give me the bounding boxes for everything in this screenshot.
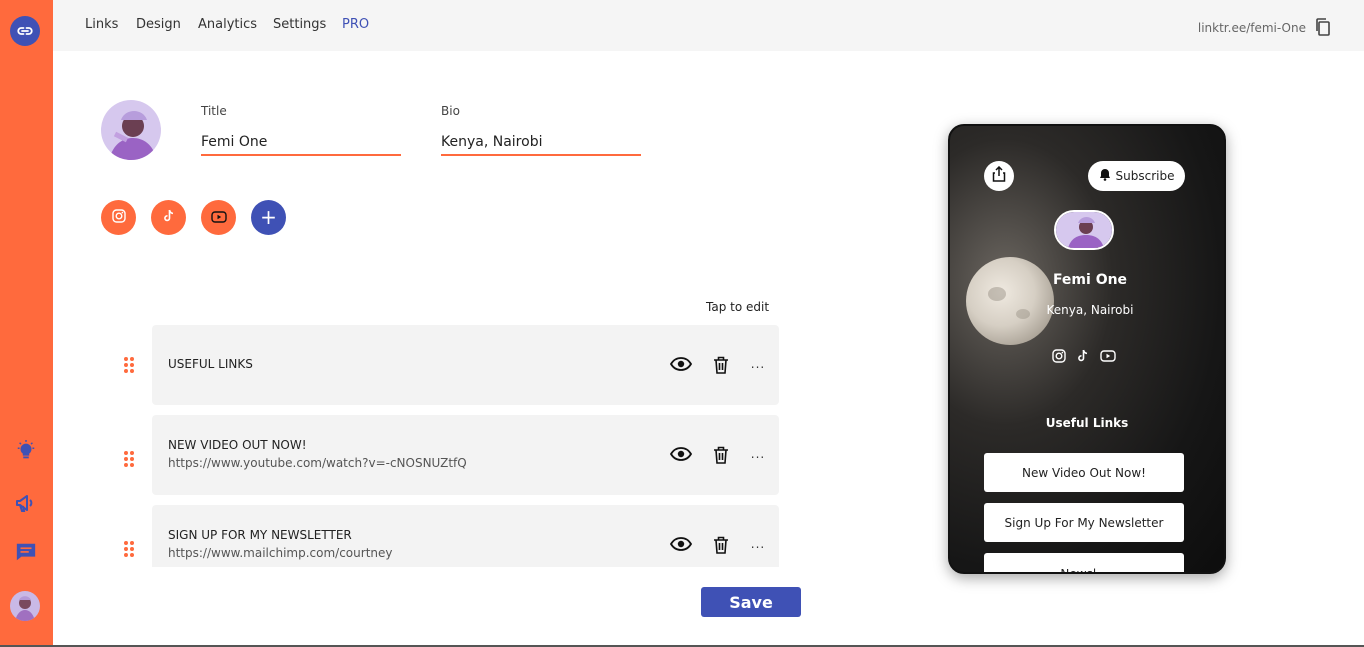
share-icon	[992, 165, 1006, 186]
youtube-icon	[210, 208, 227, 227]
nav-analytics[interactable]: Analytics	[198, 17, 257, 32]
eye-icon[interactable]	[670, 445, 692, 463]
profile-url: linktr.ee/femi-One	[1197, 21, 1306, 35]
link-logo-icon[interactable]	[10, 16, 40, 46]
trash-icon[interactable]	[712, 535, 730, 555]
more-button[interactable]: ...	[750, 357, 766, 371]
save-button[interactable]: Save	[701, 587, 801, 617]
preview-link-button[interactable]: Sign Up For My Newsletter	[984, 503, 1184, 542]
megaphone-icon[interactable]	[12, 489, 40, 517]
link-title: USEFUL LINKS	[168, 357, 253, 371]
youtube-icon[interactable]	[1100, 348, 1116, 367]
lightbulb-icon[interactable]	[12, 437, 40, 465]
more-button[interactable]: ...	[750, 447, 766, 461]
nav-links[interactable]: Links	[85, 17, 118, 32]
title-input[interactable]	[201, 130, 401, 156]
instagram-icon	[111, 208, 126, 227]
subscribe-label: Subscribe	[1115, 169, 1175, 183]
bio-input[interactable]	[441, 130, 641, 156]
link-card[interactable]: SIGN UP FOR MY NEWSLETTER https://www.ma…	[152, 505, 779, 567]
add-social-button[interactable]: +	[251, 200, 286, 235]
trash-icon[interactable]	[712, 355, 730, 375]
link-card[interactable]: NEW VIDEO OUT NOW! https://www.youtube.c…	[152, 415, 779, 495]
drag-handle-icon[interactable]	[123, 450, 135, 468]
phone-preview: Subscribe Femi One Kenya, Nairobi Useful…	[948, 124, 1226, 574]
nav-design[interactable]: Design	[136, 17, 181, 32]
share-button[interactable]	[984, 161, 1014, 191]
drag-handle-icon[interactable]	[123, 356, 135, 374]
copy-icon[interactable]	[1315, 18, 1331, 36]
preview-avatar	[1054, 210, 1114, 250]
link-card[interactable]: USEFUL LINKS ...	[152, 325, 779, 405]
link-title: SIGN UP FOR MY NEWSLETTER	[168, 528, 352, 542]
tiktok-icon	[162, 208, 176, 227]
more-button[interactable]: ...	[750, 537, 766, 551]
preview-name: Femi One	[1052, 272, 1128, 288]
user-avatar[interactable]	[10, 591, 40, 621]
chat-icon[interactable]	[12, 538, 40, 566]
preview-link-button[interactable]: Newsl...	[984, 553, 1184, 572]
title-label: Title	[201, 104, 227, 118]
drag-handle-icon[interactable]	[123, 540, 135, 558]
preview-section-header: Useful Links	[1045, 416, 1129, 430]
instagram-button[interactable]	[101, 200, 136, 235]
eye-icon[interactable]	[670, 355, 692, 373]
link-title: NEW VIDEO OUT NOW!	[168, 438, 307, 452]
eye-icon[interactable]	[670, 535, 692, 553]
plus-icon: +	[260, 205, 277, 229]
top-nav: Links Design Analytics Settings PRO link…	[53, 0, 1364, 51]
trash-icon[interactable]	[712, 445, 730, 465]
bio-label: Bio	[441, 104, 460, 118]
preview-socials	[1052, 348, 1116, 367]
preview-bio: Kenya, Nairobi	[1046, 303, 1134, 317]
tiktok-button[interactable]	[151, 200, 186, 235]
links-list: USEFUL LINKS ... NEW VIDEO OUT NOW! http…	[100, 324, 800, 567]
bell-icon	[1099, 168, 1111, 184]
instagram-icon[interactable]	[1052, 348, 1066, 367]
nav-settings[interactable]: Settings	[273, 17, 326, 32]
link-url: https://www.mailchimp.com/courtney	[168, 546, 393, 560]
sidebar	[0, 0, 53, 647]
link-url: https://www.youtube.com/watch?v=-cNOSNUZ…	[168, 456, 467, 470]
tap-to-edit-hint: Tap to edit	[706, 300, 770, 314]
preview-link-button[interactable]: New Video Out Now!	[984, 453, 1184, 492]
moon-background-image	[966, 257, 1054, 345]
tiktok-icon[interactable]	[1076, 348, 1090, 367]
nav-pro[interactable]: PRO	[342, 17, 369, 32]
youtube-button[interactable]	[201, 200, 236, 235]
subscribe-button[interactable]: Subscribe	[1088, 161, 1185, 191]
profile-avatar[interactable]	[101, 100, 161, 160]
